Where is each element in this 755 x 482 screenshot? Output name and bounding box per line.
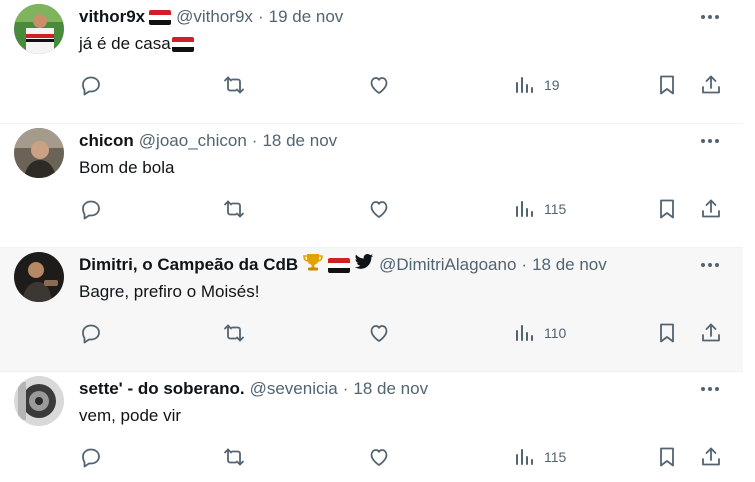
avatar[interactable]: [14, 128, 64, 178]
tweet-item[interactable]: chicon @joao_chicon · 18 de nov Bom de b…: [0, 124, 743, 248]
avatar[interactable]: [14, 4, 64, 54]
tweet-actions: 110: [0, 321, 743, 347]
views-count: 110: [544, 325, 567, 341]
reply-icon: [82, 448, 100, 468]
repost-button[interactable]: [222, 197, 246, 221]
tweet-actions: 19: [0, 73, 743, 99]
post-date[interactable]: 18 de nov: [353, 377, 428, 401]
reply-button[interactable]: [79, 321, 103, 345]
reply-icon: [82, 324, 100, 344]
avatar[interactable]: [14, 376, 64, 426]
author-handle[interactable]: @vithor9x: [176, 5, 253, 29]
tweet-text: Bagre, prefiro o Moisés!: [79, 282, 260, 301]
like-button[interactable]: [367, 321, 391, 345]
bookmark-button[interactable]: [655, 445, 679, 469]
bird-icon: [354, 253, 374, 278]
share-icon: [702, 75, 720, 94]
saopaulo-flag-icon: [149, 9, 172, 25]
views-button[interactable]: 115: [512, 197, 566, 221]
like-button[interactable]: [367, 445, 391, 469]
more-dots-icon[interactable]: [699, 381, 721, 397]
repost-icon: [224, 200, 244, 218]
heart-icon: [370, 449, 388, 466]
heart-icon: [370, 201, 388, 218]
reply-button[interactable]: [79, 197, 103, 221]
separator-dot: ·: [251, 131, 258, 150]
repost-button[interactable]: [222, 321, 246, 345]
tweet-text: já é de casa: [79, 34, 171, 53]
avatar[interactable]: [14, 252, 64, 302]
reply-button[interactable]: [79, 73, 103, 97]
reply-button[interactable]: [79, 445, 103, 469]
repost-button[interactable]: [222, 445, 246, 469]
share-button[interactable]: [699, 73, 723, 97]
views-button[interactable]: 115: [512, 445, 566, 469]
views-button[interactable]: 110: [512, 321, 566, 345]
share-button[interactable]: [699, 445, 723, 469]
bookmark-button[interactable]: [655, 321, 679, 345]
heart-icon: [370, 77, 388, 94]
bookmark-icon: [660, 323, 674, 343]
separator-dot: ·: [342, 379, 349, 398]
separator-dot: ·: [521, 255, 528, 274]
share-button[interactable]: [699, 197, 723, 221]
share-icon: [702, 199, 720, 218]
saopaulo-flag-icon: [171, 36, 194, 52]
bookmark-button[interactable]: [655, 197, 679, 221]
tweet-item[interactable]: sette' - do soberano. @sevenicia · 18 de…: [0, 372, 743, 482]
views-bar-chart-icon: [516, 325, 533, 341]
author-handle[interactable]: @DimitriAlagoano: [379, 253, 516, 277]
reply-icon: [82, 200, 100, 220]
saopaulo-flag-icon: [328, 257, 351, 273]
views-button[interactable]: 19: [512, 73, 560, 97]
author-name[interactable]: sette' - do soberano.: [79, 377, 245, 401]
views-bar-chart-icon: [516, 77, 533, 93]
views-bar-chart-icon: [516, 449, 533, 465]
share-button[interactable]: [699, 321, 723, 345]
post-date[interactable]: 19 de nov: [269, 5, 344, 29]
author-handle[interactable]: @sevenicia: [250, 377, 338, 401]
tweet-text: vem, pode vir: [79, 406, 182, 425]
more-dots-icon[interactable]: [699, 257, 721, 273]
share-icon: [702, 447, 720, 466]
bookmark-icon: [660, 447, 674, 467]
tweet-item[interactable]: vithor9x @vithor9x · 19 de nov já é de c…: [0, 0, 743, 124]
tweet-item[interactable]: Dimitri, o Campeão da CdB @DimitriAlagoa…: [0, 248, 743, 372]
views-bar-chart-icon: [516, 201, 533, 217]
views-count: 115: [544, 449, 567, 465]
bookmark-button[interactable]: [655, 73, 679, 97]
post-date[interactable]: 18 de nov: [262, 129, 337, 153]
author-name[interactable]: Dimitri, o Campeão da CdB: [79, 253, 298, 277]
bookmark-icon: [660, 199, 674, 219]
repost-button[interactable]: [222, 73, 246, 97]
more-dots-icon[interactable]: [699, 133, 721, 149]
heart-icon: [370, 325, 388, 342]
tweet-text-row: já é de casa: [79, 32, 194, 56]
like-button[interactable]: [367, 73, 391, 97]
views-count: 115: [544, 201, 567, 217]
tweet-actions: 115: [0, 197, 743, 223]
author-name[interactable]: vithor9x: [79, 5, 145, 29]
separator-dot: ·: [257, 7, 264, 26]
views-count: 19: [544, 77, 560, 93]
tweet-text-row: vem, pode vir: [79, 404, 181, 428]
repost-icon: [224, 76, 244, 94]
author-handle[interactable]: @joao_chicon: [139, 129, 247, 153]
repost-icon: [224, 324, 244, 342]
share-icon: [702, 323, 720, 342]
like-button[interactable]: [367, 197, 391, 221]
more-dots-icon[interactable]: [699, 9, 721, 25]
tweet-text-row: Bom de bola: [79, 156, 174, 180]
author-name[interactable]: chicon: [79, 129, 134, 153]
repost-icon: [224, 448, 244, 466]
tweet-text: Bom de bola: [79, 158, 175, 177]
tweet-actions: 115: [0, 445, 743, 471]
post-date[interactable]: 18 de nov: [532, 253, 607, 277]
reply-icon: [82, 76, 100, 96]
tweet-text-row: Bagre, prefiro o Moisés!: [79, 280, 259, 304]
trophy-icon: [302, 252, 324, 279]
bookmark-icon: [660, 75, 674, 95]
